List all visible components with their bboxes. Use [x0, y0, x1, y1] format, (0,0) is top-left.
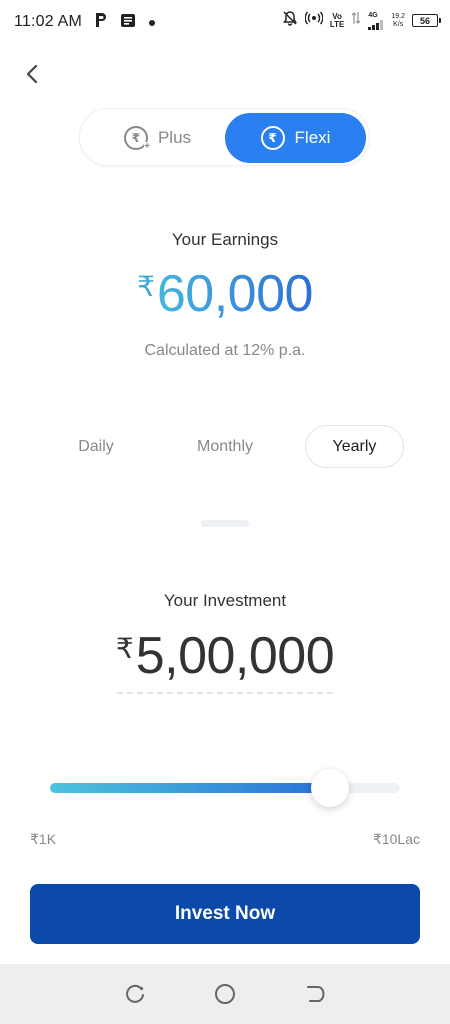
investment-underline [117, 692, 333, 694]
earnings-label: Your Earnings [171, 230, 279, 249]
status-right-icons: Vo LTE 4G 19.2 K/s 56 [282, 10, 441, 31]
back-arrow-icon [307, 986, 325, 1002]
slider-fill [50, 783, 330, 793]
plan-option-label: Plus [157, 128, 192, 147]
signal-type-text: 4G [368, 11, 378, 19]
investment-currency: ₹ [115, 633, 134, 664]
hotspot-icon [304, 11, 324, 30]
p-icon [94, 12, 108, 33]
nav-back-button[interactable] [300, 979, 330, 1009]
nav-home-button[interactable] [210, 979, 240, 1009]
earnings-amount: ₹ 60,000 [0, 264, 450, 324]
battery-level: 56 [419, 15, 430, 26]
rupee-icon: ₹ [260, 126, 285, 150]
slider-thumb[interactable] [311, 769, 349, 807]
earnings-currency: ₹ [137, 271, 155, 302]
plan-toggle: ₹ + Plus ₹ Flexi [79, 108, 370, 166]
net-speed-value: 19.2 [391, 12, 405, 20]
status-left-icons [94, 12, 156, 33]
tab-yearly[interactable]: Yearly [305, 425, 404, 468]
chevron-left-icon [26, 64, 38, 84]
tab-monthly[interactable]: Monthly [175, 425, 275, 468]
plan-option-plus[interactable]: ₹ + Plus [90, 113, 225, 163]
nav-recents-button[interactable] [120, 979, 150, 1009]
bell-off-icon [282, 10, 298, 31]
rupee-plus-icon: ₹ + [123, 126, 150, 152]
investment-slider[interactable] [50, 769, 400, 807]
signal-indicator: 4G [368, 12, 384, 30]
drag-handle[interactable] [201, 520, 249, 527]
back-button[interactable] [18, 60, 46, 88]
earnings-value: 60,000 [156, 265, 314, 323]
investment-amount-field[interactable]: ₹ 5,00,000 [0, 626, 450, 686]
invest-now-button[interactable]: Invest Now [30, 884, 420, 944]
earnings-note: Calculated at 12% p.a. [144, 342, 306, 359]
net-speed-unit: K/s [393, 20, 404, 28]
status-time: 11:02 AM [14, 13, 83, 30]
volte-bottom-text: LTE [329, 19, 345, 29]
volte-indicator: Vo LTE [329, 12, 345, 29]
investment-label: Your Investment [163, 591, 287, 610]
plan-option-flexi[interactable]: ₹ Flexi [225, 113, 366, 163]
status-bar: 11:02 AM Vo LTE 4G 19.2 K/s 56 [0, 0, 450, 44]
investment-value: 5,00,000 [135, 627, 335, 685]
recents-icon [126, 984, 144, 1003]
slider-max-label: ₹10Lac [372, 831, 420, 847]
signal-icon [368, 19, 384, 30]
tab-daily[interactable]: Daily [50, 425, 142, 468]
net-speed: 19.2 K/s [391, 13, 405, 29]
dot-icon [148, 14, 156, 32]
home-icon [215, 984, 235, 1004]
slider-min-label: ₹1K [30, 831, 57, 847]
battery-icon: 56 [412, 14, 441, 27]
message-icon [120, 13, 136, 33]
data-arrows-icon [351, 11, 361, 30]
plan-option-label: Flexi [294, 128, 331, 147]
system-nav-bar [0, 964, 450, 1024]
